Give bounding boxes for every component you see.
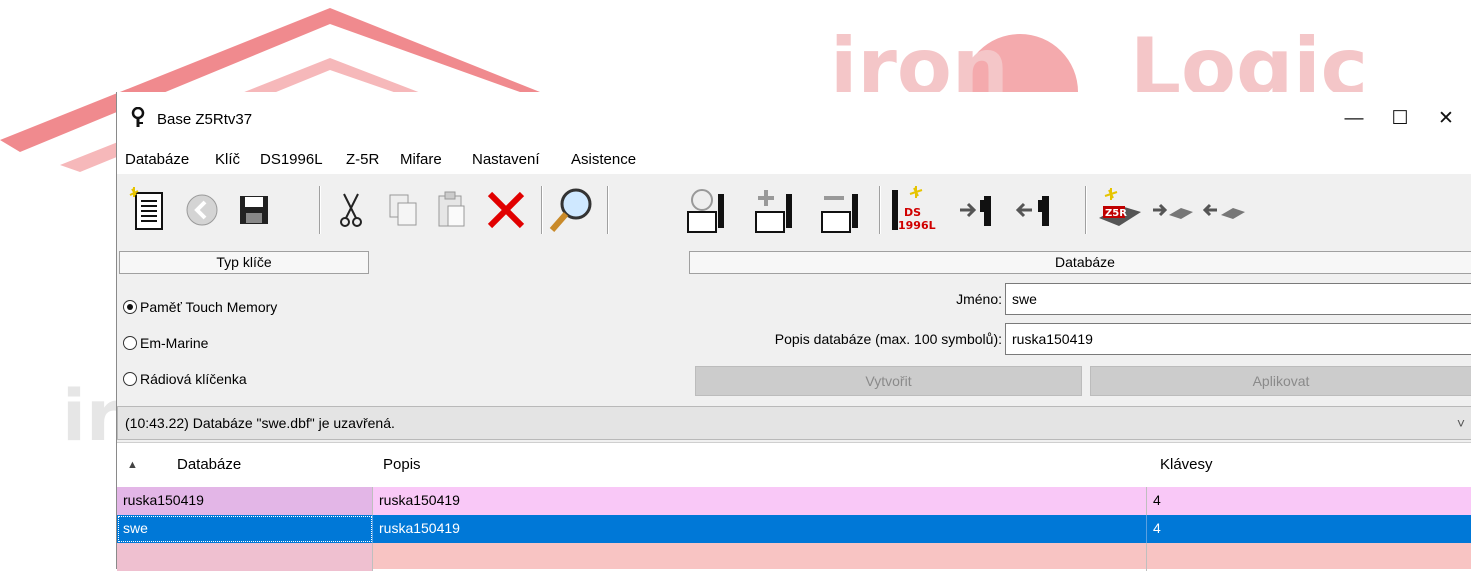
z5r-read-icon[interactable] [1151,186,1197,234]
menu-z5r[interactable]: Z-5R [346,151,379,168]
menu-databaze[interactable]: Databáze [125,151,189,168]
app-window: Base Z5Rtv37 — ☐ ✕ Databáze Klíč DS1996L… [116,92,1471,571]
menu-klic[interactable]: Klíč [215,151,240,168]
column-header-databaze[interactable]: Databáze [177,456,241,473]
cut-icon[interactable] [331,186,371,234]
remove-key-icon[interactable] [817,186,867,234]
menu-nastaveni[interactable]: Nastavení [472,151,540,168]
menu-ds1996l[interactable]: DS1996L [260,151,323,168]
description-label: Popis databáze (max. 100 symbolů): [774,331,1002,347]
copy-icon[interactable] [381,186,425,234]
toolbar-separator [541,186,543,234]
status-text: (10:43.22) Databáze "swe.dbf" je uzavřen… [125,415,395,431]
toolbar-separator [1085,186,1087,234]
column-header-popis[interactable]: Popis [383,456,421,473]
radio-button[interactable] [123,336,137,350]
back-icon[interactable] [179,186,225,234]
title-bar: Base Z5Rtv37 — ☐ ✕ [117,92,1471,144]
search-icon[interactable] [547,186,597,234]
paste-icon[interactable] [429,186,473,234]
minimize-button[interactable]: — [1331,102,1377,136]
add-key-icon[interactable] [751,186,801,234]
cell-klavesy: 4 [1153,492,1161,508]
cell-klavesy: 4 [1153,520,1161,536]
cell-databaze: swe [117,515,373,543]
table-row[interactable]: ruska150419 ruska150419 4 [117,487,1471,515]
table-header: ▲ Databáze Popis Klávesy [117,442,1471,488]
radio-label: Paměť Touch Memory [140,299,278,315]
radio-button-selected[interactable] [123,300,137,314]
window-title: Base Z5Rtv37 [157,111,253,128]
save-icon[interactable] [231,186,277,234]
cell-empty [117,543,373,571]
cell-databaze: ruska150419 [117,487,373,515]
write-key-icon[interactable] [1015,186,1061,234]
close-button[interactable]: ✕ [1423,102,1469,136]
toolbar-separator [319,186,321,234]
ds1996l-icon[interactable]: DS 1996L [887,186,937,234]
apply-button[interactable]: Aplikovat [1090,366,1471,396]
menu-mifare[interactable]: Mifare [400,151,442,168]
key-app-icon [131,107,145,127]
find-key-icon[interactable] [683,186,733,234]
z5r-write-icon[interactable] [1203,186,1249,234]
maximize-button[interactable]: ☐ [1377,102,1423,136]
cell-popis: ruska150419 [373,515,1147,543]
radio-button[interactable] [123,372,137,386]
create-button[interactable]: Vytvořit [695,366,1082,396]
radio-em-marine[interactable]: Em-Marine [123,335,208,351]
name-field[interactable]: swe [1005,283,1471,315]
table-row-empty [117,543,1471,571]
description-field[interactable]: ruska150419 [1005,323,1471,355]
sort-ascending-icon[interactable]: ▲ [127,459,138,471]
column-header-klavesy[interactable]: Klávesy [1160,456,1213,473]
radio-touch-memory[interactable]: Paměť Touch Memory [123,299,277,315]
status-log-dropdown[interactable]: (10:43.22) Databáze "swe.dbf" je uzavřen… [117,406,1471,440]
svg-text:1996L: 1996L [898,219,936,232]
delete-icon[interactable] [481,186,531,234]
name-label: Jméno: [956,291,1002,307]
cell-popis: ruska150419 [373,487,1147,515]
key-type-header: Typ klíče [119,251,369,274]
svg-text:DS: DS [904,206,921,219]
menu-asistence[interactable]: Asistence [571,151,636,168]
database-header: Databáze [689,251,1471,274]
cell-empty [373,543,1147,571]
radio-label: Em-Marine [140,335,209,351]
radio-label: Rádiová klíčenka [140,371,247,387]
table-row-selected[interactable]: swe ruska150419 4 [117,515,1471,543]
toolbar-separator [607,186,609,234]
toolbar-separator [879,186,881,234]
database-table: ▲ Databáze Popis Klávesy ruska150419 rus… [117,442,1471,571]
svg-text:ir: ir [62,375,121,457]
z5r-icon[interactable]: Z5R [1095,186,1145,234]
toolbar: DS 1996L Z5R [117,174,1471,250]
svg-text:Z5R: Z5R [1105,208,1127,219]
menu-bar: Databáze Klíč DS1996L Z-5R Mifare Nastav… [117,144,1471,174]
new-document-icon[interactable] [123,186,173,234]
chevron-down-icon[interactable]: ˅ [1457,407,1465,439]
radio-radio-keyfob[interactable]: Rádiová klíčenka [123,371,247,387]
read-key-icon[interactable] [957,186,1003,234]
